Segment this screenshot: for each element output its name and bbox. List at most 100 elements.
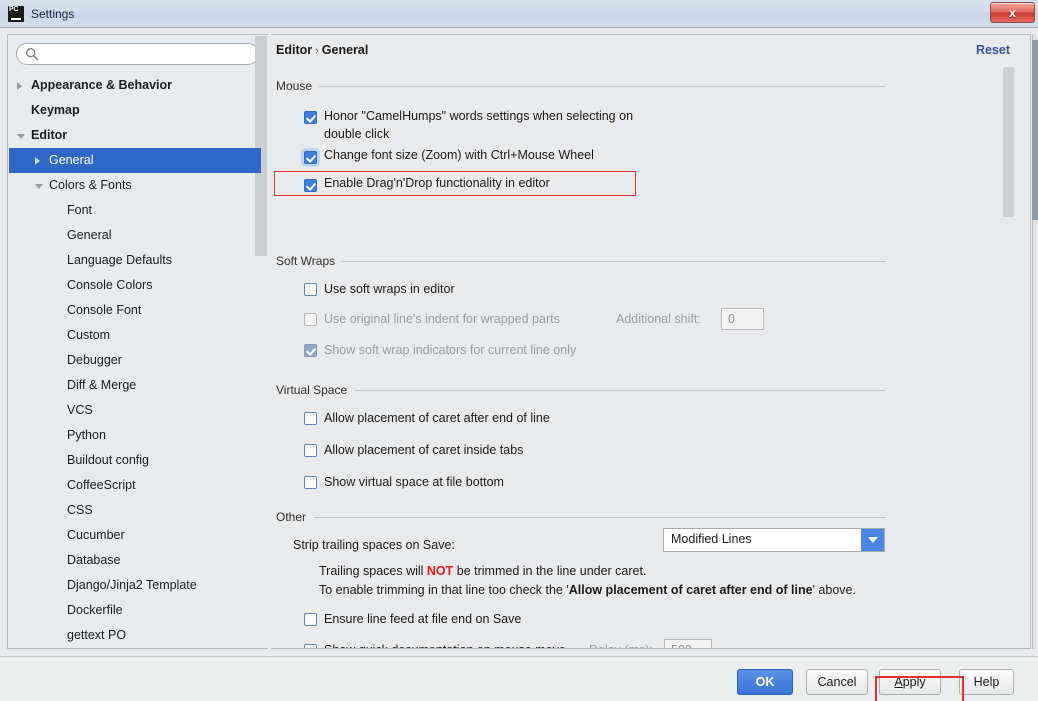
label-delay-ms: Delay (ms):: [589, 643, 653, 648]
sidebar-item-label: Language Defaults: [67, 253, 172, 267]
label-virtual-space-bottom: Show virtual space at file bottom: [324, 475, 504, 489]
content-scrollbar-thumb[interactable]: [1003, 67, 1014, 217]
sidebar-item-database[interactable]: Database: [9, 548, 261, 573]
checkbox-virtual-space-bottom[interactable]: [304, 476, 317, 489]
chevron-down-icon[interactable]: [35, 184, 43, 189]
note-trailing-a: Trailing spaces will: [319, 564, 427, 578]
sidebar-item-gettext-po[interactable]: gettext PO: [9, 623, 261, 648]
label-strip-trailing-spaces: Strip trailing spaces on Save:: [293, 538, 455, 552]
label-caret-inside-tabs: Allow placement of caret inside tabs: [324, 443, 524, 457]
sidebar-item-diff-merge[interactable]: Diff & Merge: [9, 373, 261, 398]
dialog-scrollbar-track[interactable]: [1032, 34, 1038, 649]
dialog-body: Appearance & Behavior Keymap Editor General…: [0, 28, 1038, 701]
chevron-down-icon[interactable]: [861, 529, 884, 551]
window-title: Settings: [31, 6, 75, 21]
sidebar-item-label: VCS: [67, 403, 93, 417]
settings-tree: Appearance & Behavior Keymap Editor General…: [9, 73, 261, 648]
sidebar-item-general[interactable]: General: [9, 148, 261, 173]
checkbox-drag-n-drop[interactable]: [304, 179, 317, 192]
settings-sidebar: Appearance & Behavior Keymap Editor General…: [7, 34, 268, 649]
ok-button[interactable]: OK: [737, 669, 793, 695]
sidebar-item-console-font[interactable]: Console Font: [9, 298, 261, 323]
breadcrumb-leaf: General: [321, 43, 369, 57]
sidebar-item-label: Appearance & Behavior: [31, 78, 173, 92]
label-honor-camelhumps: Honor "CamelHumps" words settings when s…: [324, 109, 634, 141]
chevron-down-icon[interactable]: [17, 134, 25, 139]
cancel-button[interactable]: Cancel: [806, 669, 868, 695]
sidebar-item-label: Python: [67, 428, 106, 442]
input-additional-shift[interactable]: 0: [721, 308, 764, 330]
input-delay-ms[interactable]: 500: [664, 639, 712, 648]
sidebar-item-label: Font: [67, 203, 93, 217]
sidebar-item-editor[interactable]: Editor: [9, 123, 261, 148]
checkbox-caret-after-eol[interactable]: [304, 412, 317, 425]
checkbox-ensure-line-feed[interactable]: [304, 613, 317, 626]
sidebar-item-console-colors[interactable]: Console Colors: [9, 273, 261, 298]
label-original-indent: Use original line's indent for wrapped p…: [324, 312, 560, 326]
sidebar-item-cucumber[interactable]: Cucumber: [9, 523, 261, 548]
label-drag-n-drop: Enable Drag'n'Drop functionality in edit…: [324, 176, 550, 190]
checkbox-soft-wrap-indicators: [304, 344, 317, 357]
sidebar-item-label: CSS: [67, 503, 93, 517]
sidebar-item-general[interactable]: General: [9, 223, 261, 248]
dropdown-strip-trailing-spaces[interactable]: Modified Lines: [663, 528, 885, 552]
title-bar: Settings x: [0, 0, 1038, 28]
sidebar-item-label: Buildout config: [67, 453, 150, 467]
sidebar-item-font[interactable]: Font: [9, 198, 261, 223]
sidebar-item-python[interactable]: Python: [9, 423, 261, 448]
reset-link[interactable]: Reset: [976, 43, 1010, 57]
sidebar-item-label: General: [67, 228, 112, 242]
chevron-right-icon[interactable]: [17, 82, 22, 90]
apply-button[interactable]: Apply: [879, 669, 941, 695]
checkbox-quick-documentation[interactable]: [304, 644, 317, 648]
breadcrumb: Editor › General: [276, 43, 368, 57]
sidebar-item-colors-fonts[interactable]: Colors & Fonts: [9, 173, 261, 198]
section-rule-mouse: [319, 86, 886, 87]
sidebar-item-dockerfile[interactable]: Dockerfile: [9, 598, 261, 623]
sidebar-item-appearance-behavior[interactable]: Appearance & Behavior: [9, 73, 261, 98]
label-use-soft-wraps: Use soft wraps in editor: [324, 282, 455, 296]
checkbox-change-font-size-zoom[interactable]: [304, 151, 317, 164]
settings-content: Mouse Honor "CamelHumps" words settings …: [271, 67, 1016, 648]
note-trailing-spaces: Trailing spaces will NOT be trimmed in t…: [319, 564, 646, 578]
dialog-scrollbar-thumb[interactable]: [1032, 40, 1038, 220]
checkbox-original-indent: [304, 313, 317, 326]
help-button[interactable]: Help: [959, 669, 1014, 695]
close-icon[interactable]: x: [990, 2, 1035, 23]
checkbox-use-soft-wraps[interactable]: [304, 283, 317, 296]
search-field-wrapper: [16, 43, 259, 65]
settings-dialog: Settings x Appearance & Behavior Keymap Ed…: [0, 0, 1038, 701]
sidebar-item-coffeescript[interactable]: CoffeeScript: [9, 473, 261, 498]
sidebar-item-custom[interactable]: Custom: [9, 323, 261, 348]
sidebar-item-language-defaults[interactable]: Language Defaults: [9, 248, 261, 273]
sidebar-item-label: CoffeeScript: [67, 478, 136, 492]
section-rule-virtual-space: [354, 390, 886, 391]
sidebar-item-css[interactable]: CSS: [9, 498, 261, 523]
dialog-footer: OK Cancel Apply Help: [0, 656, 1038, 701]
sidebar-item-label: General: [49, 153, 94, 167]
sidebar-item-label: Diff & Merge: [67, 378, 137, 392]
apply-rest: pply: [902, 675, 926, 689]
breadcrumb-root[interactable]: Editor: [276, 43, 312, 57]
checkbox-honor-camelhumps[interactable]: [304, 111, 317, 124]
settings-content-panel: Editor › General Reset Mouse Honor "CamelH…: [271, 34, 1031, 649]
sidebar-item-label: Django/Jinja2 Template: [67, 578, 197, 592]
label-change-font-size-zoom: Change font size (Zoom) with Ctrl+Mouse …: [324, 148, 594, 162]
label-caret-after-eol: Allow placement of caret after end of li…: [324, 411, 550, 425]
chevron-right-icon[interactable]: [35, 157, 40, 165]
sidebar-item-label: gettext PO: [67, 628, 127, 642]
note-trimming-bold: Allow placement of caret after end of li…: [568, 583, 813, 597]
sidebar-item-django-jinja2-template[interactable]: Django/Jinja2 Template: [9, 573, 261, 598]
sidebar-item-buildout-config[interactable]: Buildout config: [9, 448, 261, 473]
sidebar-item-debugger[interactable]: Debugger: [9, 348, 261, 373]
search-input[interactable]: [16, 43, 259, 65]
note-trimming-a: To enable trimming in that line too chec…: [319, 583, 569, 597]
sidebar-item-label: Console Font: [67, 303, 142, 317]
sidebar-item-label: Editor: [31, 128, 68, 142]
section-title-mouse: Mouse: [276, 79, 319, 93]
sidebar-item-vcs[interactable]: VCS: [9, 398, 261, 423]
checkbox-caret-inside-tabs[interactable]: [304, 444, 317, 457]
sidebar-item-keymap[interactable]: Keymap: [9, 98, 261, 123]
note-enable-trimming: To enable trimming in that line too chec…: [319, 583, 856, 597]
section-rule-soft-wraps: [341, 261, 886, 262]
